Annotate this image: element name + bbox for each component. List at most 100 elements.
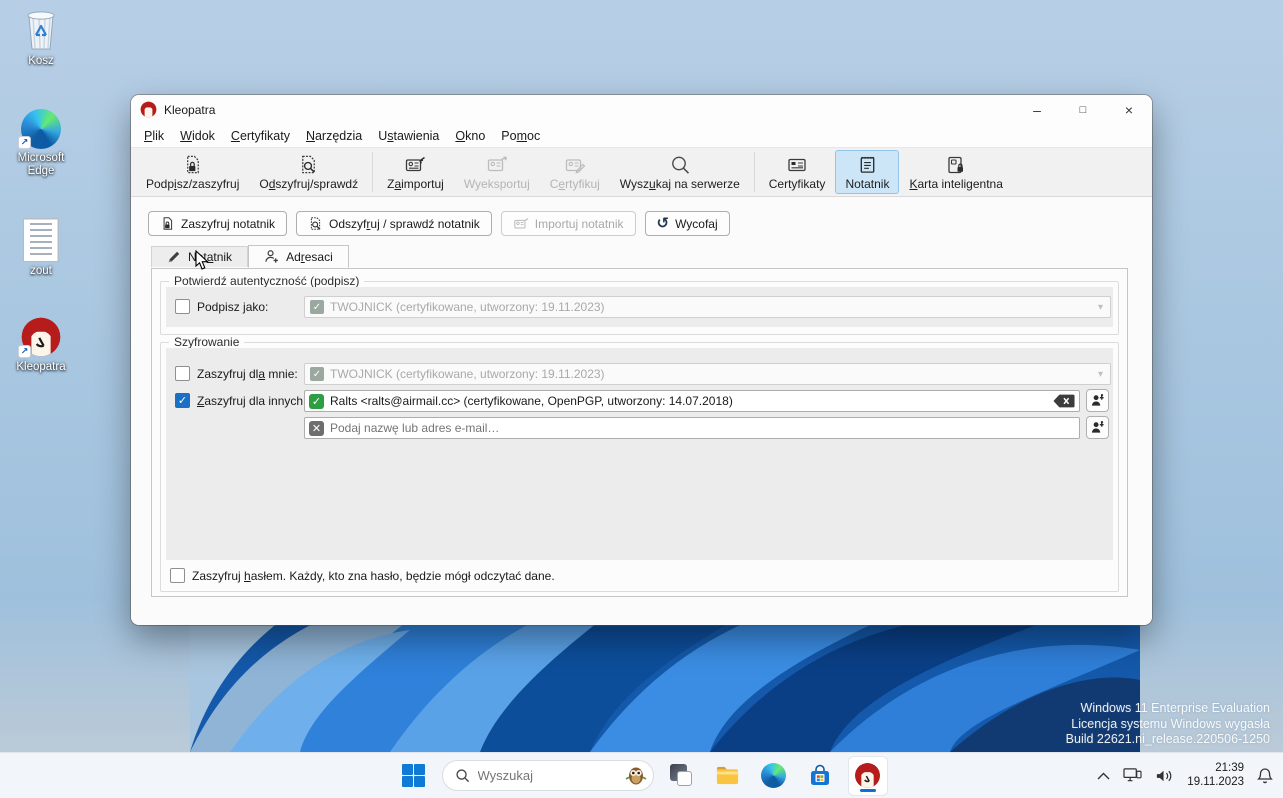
encrypt-notepad-button[interactable]: Zaszyfruj notatnik [148, 211, 287, 236]
encrypt-me-row: Zaszyfruj dla mnie: [175, 366, 298, 381]
encrypt-group-title: Szyfrowanie [169, 335, 244, 349]
desktop-icon-recycle-bin[interactable]: Kosz [6, 6, 76, 68]
sign-encrypt-icon [160, 216, 175, 231]
tray-chevron-up-icon[interactable] [1097, 772, 1110, 780]
minimize-button[interactable]: – [1014, 95, 1060, 124]
shortcut-arrow-icon: ↗ [18, 345, 31, 358]
toolbar-decrypt-verify[interactable]: Odszyfruj/sprawdź [249, 150, 368, 194]
invalid-x-icon: ✕ [309, 421, 324, 436]
taskbar-search[interactable] [442, 760, 654, 791]
recipients-panel: Potwierdź autentyczność (podpisz) Podpis… [151, 268, 1128, 597]
menu-certyfikaty[interactable]: Certyfikaty [223, 127, 298, 145]
search-server-icon [669, 153, 691, 176]
sign-as-checkbox[interactable] [175, 299, 190, 314]
mouse-cursor [195, 250, 210, 271]
watermark-line: Build 22621.ni_release.220506-1250 [1066, 732, 1270, 748]
pencil-icon [167, 250, 181, 264]
notepad-actions: Zaszyfruj notatnik Odszyfruj / sprawdź n… [148, 211, 730, 236]
certify-icon [564, 153, 586, 176]
sign-groupbox: Potwierdź autentyczność (podpisz) Podpis… [160, 281, 1119, 335]
toolbar-label: Podpisz/zaszyfruj [146, 177, 239, 191]
taskbar: 21:39 19.11.2023 [0, 752, 1283, 798]
toolbar-lookup-server[interactable]: Wyszukaj na serwerze [610, 150, 750, 194]
decrypt-verify-notepad-button[interactable]: Odszyfruj / sprawdź notatnik [296, 211, 492, 236]
encrypt-others-label: Zaszyfruj dla innych: [197, 394, 306, 408]
select-certificate-button[interactable] [1086, 416, 1109, 439]
tray-time: 21:39 [1187, 762, 1244, 776]
microsoft-store-button[interactable] [802, 758, 838, 794]
disabled-check-icon: ✓ [310, 300, 324, 314]
file-explorer-button[interactable] [710, 758, 746, 794]
toolbar-sign-encrypt[interactable]: Podpisz/zaszyfruj [136, 150, 249, 194]
watermark-line: Windows 11 Enterprise Evaluation [1066, 701, 1270, 717]
desktop-icon-kleopatra[interactable]: ↗ Kleopatra [6, 312, 76, 374]
kleopatra-taskbar-button[interactable] [848, 756, 888, 796]
recipient-email-input[interactable] [330, 421, 1075, 435]
menu-okno[interactable]: Okno [447, 127, 493, 145]
menu-widok[interactable]: Widok [172, 127, 223, 145]
menu-ustawienia[interactable]: Ustawienia [370, 127, 447, 145]
toolbar-label: Wyeksportuj [464, 177, 530, 191]
task-view-icon [670, 764, 694, 788]
encrypt-others-row: ✓ Zaszyfruj dla innych: [175, 393, 306, 408]
export-icon [486, 153, 508, 176]
shortcut-arrow-icon: ↗ [18, 136, 31, 149]
tab-adresaci[interactable]: Adresaci [248, 245, 349, 268]
toolbar-smartcard[interactable]: Karta inteligentna [899, 150, 1012, 194]
revert-button[interactable]: ↺ Wycofaj [645, 211, 730, 236]
toolbar-certificates[interactable]: Certyfikaty [759, 150, 836, 194]
search-input[interactable] [478, 768, 615, 783]
desktop-icon-label: Kosz [6, 55, 76, 68]
file-explorer-icon [714, 762, 741, 789]
toolbar-label: Karta inteligentna [909, 177, 1002, 191]
toolbar-label: Odszyfruj/sprawdź [259, 177, 358, 191]
toolbar-import[interactable]: Zaimportuj [377, 150, 454, 194]
person-add-icon [264, 249, 279, 264]
encrypt-password-label: Zaszyfruj hasłem. Każdy, kto zna hasło, … [192, 569, 555, 583]
chevron-down-icon: ▾ [1098, 302, 1105, 313]
desktop: { "colors": { "accent_blue": "#1b70c6", … [0, 0, 1283, 798]
tab-label: Adresaci [286, 250, 333, 264]
encrypt-me-label: Zaszyfruj dla mnie: [197, 367, 298, 381]
edge-button[interactable] [756, 758, 792, 794]
clear-input-icon[interactable] [1053, 394, 1075, 408]
sign-as-combobox: ✓ TWOJNICK (certyfikowane, utworzony: 19… [304, 296, 1111, 318]
encrypt-me-checkbox[interactable] [175, 366, 190, 381]
volume-icon[interactable] [1155, 768, 1174, 784]
import-icon [404, 153, 426, 176]
close-button[interactable]: × [1106, 95, 1152, 124]
titlebar[interactable]: Kleopatra – □ × [131, 95, 1152, 124]
window-title: Kleopatra [164, 103, 215, 117]
smartcard-icon [945, 153, 967, 176]
toolbar-certify: Certyfikuj [540, 150, 610, 194]
start-button[interactable] [396, 758, 432, 794]
combo-value: TWOJNICK (certyfikowane, utworzony: 19.1… [330, 367, 605, 381]
menu-pomoc[interactable]: Pomoc [493, 127, 548, 145]
button-label: Odszyfruj / sprawdź notatnik [329, 217, 480, 231]
recipient-input[interactable]: ✓ Ralts <ralts@airmail.cc> (certyfikowan… [304, 390, 1080, 412]
certificates-icon [786, 153, 808, 176]
encrypt-me-combobox: ✓ TWOJNICK (certyfikowane, utworzony: 19… [304, 363, 1111, 385]
select-certificate-button[interactable] [1086, 389, 1109, 412]
kleopatra-window: Kleopatra – □ × Plik Widok Certyfikaty N… [131, 95, 1152, 625]
notification-bell-icon[interactable] [1257, 767, 1273, 784]
search-highlight-owl-icon [623, 763, 649, 789]
button-label: Zaszyfruj notatnik [181, 217, 275, 231]
encrypt-others-checkbox[interactable]: ✓ [175, 393, 190, 408]
search-icon [455, 768, 470, 783]
maximize-button[interactable]: □ [1060, 95, 1106, 124]
desktop-icon-zout[interactable]: zout [6, 216, 76, 278]
menu-narzedzia[interactable]: Narzędzia [298, 127, 370, 145]
sign-as-row: Podpisz jako: [175, 299, 268, 314]
import-notepad-button: Importuj notatnik [501, 211, 636, 236]
person-add-icon [1090, 393, 1105, 408]
toolbar-notepad[interactable]: Notatnik [835, 150, 899, 194]
tray-clock[interactable]: 21:39 19.11.2023 [1187, 762, 1244, 789]
desktop-icon-edge[interactable]: ↗ Microsoft Edge [6, 103, 76, 178]
task-view-button[interactable] [664, 758, 700, 794]
recipient-empty-input[interactable]: ✕ [304, 417, 1080, 439]
encrypt-password-checkbox[interactable] [170, 568, 185, 583]
network-icon[interactable] [1123, 767, 1142, 784]
tray-date: 19.11.2023 [1187, 776, 1244, 790]
menu-plik[interactable]: Plik [136, 127, 172, 145]
